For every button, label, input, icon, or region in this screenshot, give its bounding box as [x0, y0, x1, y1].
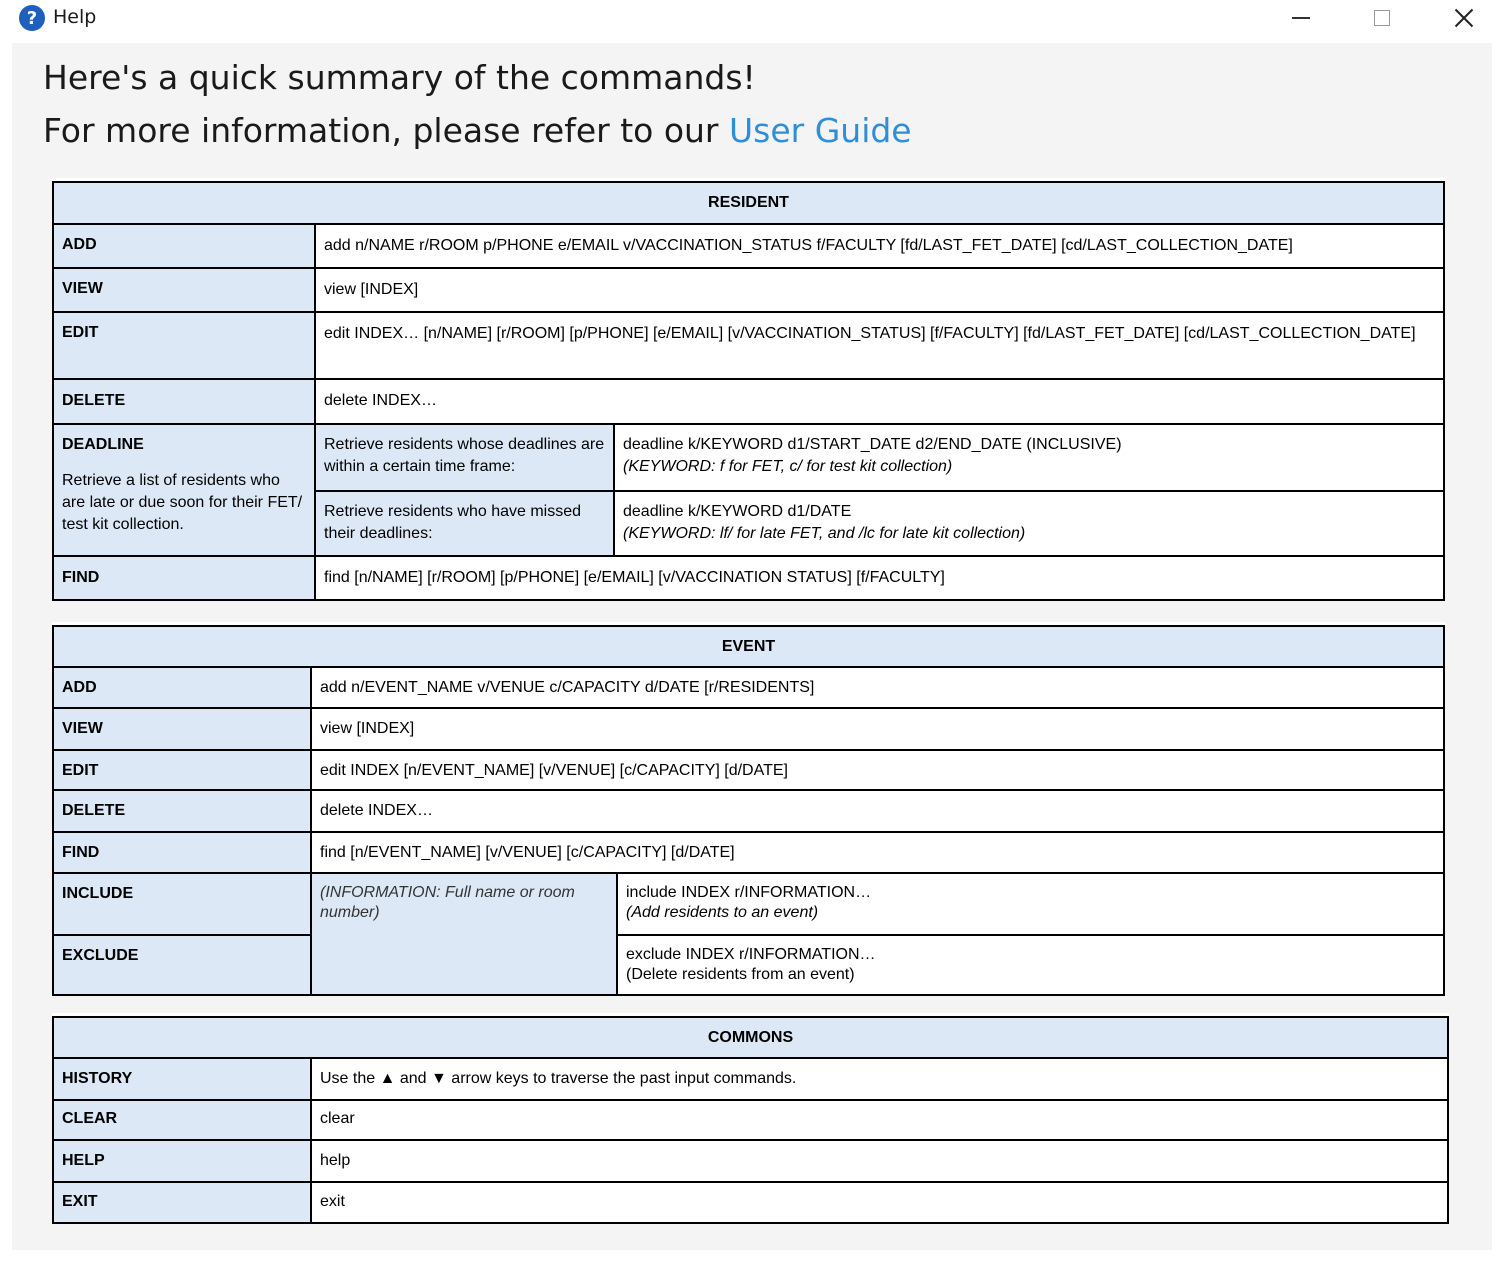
help-content: Here's a quick summary of the commands! … — [12, 43, 1492, 1250]
resident-add-command: add n/NAME r/ROOM p/PHONE e/EMAIL v/VACC… — [314, 223, 1445, 269]
event-include-label: INCLUDE — [52, 872, 312, 936]
title-bar: ? Help — [0, 0, 1510, 38]
deadline-within-label: Retrieve residents whose deadlines are w… — [314, 423, 615, 492]
resident-edit-command: edit INDEX… [n/NAME] [r/ROOM] [p/PHONE] … — [314, 311, 1445, 380]
minimize-icon — [1292, 17, 1310, 19]
commons-card: COMMONS HISTORY Use the ▲ and ▼ arrow ke… — [52, 1013, 1449, 1224]
table-row: CLEAR clear — [52, 1099, 1449, 1141]
user-guide-link[interactable]: User Guide — [729, 111, 912, 150]
resident-header: RESIDENT — [52, 181, 1445, 225]
event-find-command: find [n/EVENT_NAME] [v/VENUE] [c/CAPACIT… — [310, 831, 1445, 874]
maximize-icon — [1374, 10, 1390, 26]
event-exclude-cell: exclude INDEX r/INFORMATION… (Delete res… — [616, 934, 1445, 996]
resident-delete-command: delete INDEX… — [314, 378, 1445, 425]
deadline-missed-cell: deadline k/KEYWORD d1/DATE (KEYWORD: lf/… — [613, 490, 1445, 557]
table-row: FIND find [n/EVENT_NAME] [v/VENUE] [c/CA… — [52, 831, 1445, 874]
event-delete-command: delete INDEX… — [310, 789, 1445, 833]
close-button[interactable] — [1434, 0, 1494, 36]
resident-view-label: VIEW — [52, 267, 316, 313]
resident-card: RESIDENT ADD add n/NAME r/ROOM p/PHONE e… — [52, 178, 1445, 601]
resident-view-command: view [INDEX] — [314, 267, 1445, 313]
event-edit-label: EDIT — [52, 749, 312, 791]
deadline-missed-command: deadline k/KEYWORD d1/DATE — [623, 503, 852, 520]
deadline-within-note: (KEYWORD: f for FET, c/ for test kit col… — [623, 458, 953, 475]
event-view-label: VIEW — [52, 707, 312, 751]
resident-delete-label: DELETE — [52, 378, 316, 425]
commons-history-label: HISTORY — [52, 1057, 312, 1101]
commons-history-command: Use the ▲ and ▼ arrow keys to traverse t… — [310, 1057, 1449, 1101]
event-header: EVENT — [52, 625, 1445, 668]
commons-exit-label: EXIT — [52, 1181, 312, 1224]
event-table: EVENT ADD add n/EVENT_NAME v/VENUE c/CAP… — [52, 625, 1445, 996]
commons-help-label: HELP — [52, 1139, 312, 1183]
resident-edit-label: EDIT — [52, 311, 316, 380]
table-row: DEADLINE Retrieve a list of residents wh… — [52, 423, 1445, 557]
table-row: HELP help — [52, 1139, 1449, 1183]
table-row: DELETE delete INDEX… — [52, 378, 1445, 425]
resident-deadline-description: Retrieve a list of residents who are lat… — [62, 472, 303, 533]
maximize-button[interactable] — [1352, 0, 1412, 36]
table-row: ADD add n/NAME r/ROOM p/PHONE e/EMAIL v/… — [52, 223, 1445, 269]
event-add-label: ADD — [52, 666, 312, 709]
commons-clear-command: clear — [310, 1099, 1449, 1141]
event-info-note: (INFORMATION: Full name or room number) — [310, 872, 618, 996]
event-include-command: include INDEX r/INFORMATION… — [626, 884, 872, 901]
deadline-missed-note: (KEYWORD: lf/ for late FET, and /lc for … — [623, 525, 1026, 542]
table-row: VIEW view [INDEX] — [52, 267, 1445, 313]
table-row: DELETE delete INDEX… — [52, 789, 1445, 833]
commons-table: COMMONS HISTORY Use the ▲ and ▼ arrow ke… — [52, 1016, 1449, 1224]
commons-header: COMMONS — [52, 1016, 1449, 1059]
event-exclude-command: exclude INDEX r/INFORMATION… — [626, 946, 876, 963]
table-row: EXCLUDE exclude INDEX r/INFORMATION… (De… — [52, 934, 1445, 996]
resident-deadline-cell: DEADLINE Retrieve a list of residents wh… — [52, 423, 316, 557]
more-info-text: For more information, please refer to ou… — [43, 111, 912, 150]
table-row: EDIT edit INDEX… [n/NAME] [r/ROOM] [p/PH… — [52, 311, 1445, 380]
table-row: EXIT exit — [52, 1181, 1449, 1224]
window-title: Help — [53, 6, 97, 28]
commons-clear-label: CLEAR — [52, 1099, 312, 1141]
event-view-command: view [INDEX] — [310, 707, 1445, 751]
event-exclude-note: (Delete residents from an event) — [626, 966, 855, 983]
event-delete-label: DELETE — [52, 789, 312, 833]
event-add-command: add n/EVENT_NAME v/VENUE c/CAPACITY d/DA… — [310, 666, 1445, 709]
resident-find-command: find [n/NAME] [r/ROOM] [p/PHONE] [e/EMAI… — [314, 555, 1445, 601]
resident-table: RESIDENT ADD add n/NAME r/ROOM p/PHONE e… — [52, 181, 1445, 601]
event-include-note: (Add residents to an event) — [626, 904, 819, 921]
commons-exit-command: exit — [310, 1181, 1449, 1224]
deadline-within-command: deadline k/KEYWORD d1/START_DATE d2/END_… — [623, 436, 1122, 453]
summary-heading: Here's a quick summary of the commands! — [43, 58, 756, 97]
help-icon: ? — [19, 5, 45, 31]
resident-find-label: FIND — [52, 555, 316, 601]
event-exclude-label: EXCLUDE — [52, 934, 312, 996]
resident-add-label: ADD — [52, 223, 316, 269]
table-row: ADD add n/EVENT_NAME v/VENUE c/CAPACITY … — [52, 666, 1445, 709]
more-info-prefix: For more information, please refer to ou… — [43, 111, 729, 150]
resident-deadline-label: DEADLINE — [62, 436, 144, 453]
table-row: EDIT edit INDEX [n/EVENT_NAME] [v/VENUE]… — [52, 749, 1445, 791]
event-include-cell: include INDEX r/INFORMATION… (Add reside… — [616, 872, 1445, 936]
table-row: HISTORY Use the ▲ and ▼ arrow keys to tr… — [52, 1057, 1449, 1101]
event-edit-command: edit INDEX [n/EVENT_NAME] [v/VENUE] [c/C… — [310, 749, 1445, 791]
commons-help-command: help — [310, 1139, 1449, 1183]
event-find-label: FIND — [52, 831, 312, 874]
table-row: INCLUDE (INFORMATION: Full name or room … — [52, 872, 1445, 996]
table-row: VIEW view [INDEX] — [52, 707, 1445, 751]
table-row: FIND find [n/NAME] [r/ROOM] [p/PHONE] [e… — [52, 555, 1445, 601]
close-icon — [1454, 8, 1474, 28]
deadline-missed-label: Retrieve residents who have missed their… — [314, 490, 615, 557]
deadline-within-cell: deadline k/KEYWORD d1/START_DATE d2/END_… — [613, 423, 1445, 492]
event-card: EVENT ADD add n/EVENT_NAME v/VENUE c/CAP… — [52, 622, 1445, 996]
minimize-button[interactable] — [1271, 0, 1331, 36]
